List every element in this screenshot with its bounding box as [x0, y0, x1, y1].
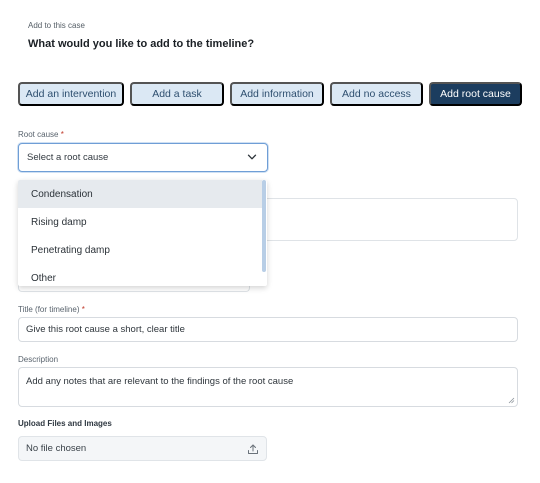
- description-textarea[interactable]: Add any notes that are relevant to the f…: [18, 367, 518, 407]
- add-information-button[interactable]: Add information: [230, 82, 324, 106]
- file-upload-value: No file chosen: [26, 443, 87, 454]
- root-cause-select-value: Select a root cause: [27, 152, 109, 163]
- title-label-text: Title (for timeline): [18, 305, 80, 314]
- dropdown-scrollbar[interactable]: [262, 180, 266, 272]
- option-condensation[interactable]: Condensation: [18, 180, 262, 208]
- resize-handle-icon[interactable]: [508, 397, 515, 404]
- title-label: Title (for timeline) *: [18, 305, 85, 314]
- add-no-access-button[interactable]: Add no access: [330, 82, 423, 106]
- root-cause-select[interactable]: Select a root cause: [18, 143, 268, 172]
- obscured-field: [262, 198, 518, 241]
- option-other[interactable]: Other: [18, 264, 262, 286]
- option-rising-damp[interactable]: Rising damp: [18, 208, 262, 236]
- description-placeholder: Add any notes that are relevant to the f…: [26, 376, 294, 387]
- title-input-placeholder: Give this root cause a short, clear titl…: [26, 324, 185, 335]
- required-mark: *: [60, 130, 64, 139]
- root-cause-label-text: Root cause: [18, 130, 59, 139]
- upload-label: Upload Files and Images: [18, 419, 112, 428]
- add-task-button[interactable]: Add a task: [130, 82, 224, 106]
- root-cause-dropdown-menu: Condensation Rising damp Penetrating dam…: [18, 180, 267, 286]
- option-penetrating-damp[interactable]: Penetrating damp: [18, 236, 262, 264]
- required-mark: *: [81, 305, 85, 314]
- description-label: Description: [18, 355, 59, 364]
- upload-icon[interactable]: [247, 443, 259, 455]
- title-input[interactable]: Give this root cause a short, clear titl…: [18, 317, 518, 342]
- file-upload-field[interactable]: No file chosen: [18, 436, 267, 461]
- eyebrow-text: Add to this case: [28, 21, 85, 30]
- page-title: What would you like to add to the timeli…: [28, 38, 255, 50]
- add-root-cause-button[interactable]: Add root cause: [429, 82, 522, 106]
- root-cause-label: Root cause *: [18, 130, 64, 139]
- chevron-down-icon: [247, 154, 257, 160]
- add-intervention-button[interactable]: Add an intervention: [18, 82, 124, 106]
